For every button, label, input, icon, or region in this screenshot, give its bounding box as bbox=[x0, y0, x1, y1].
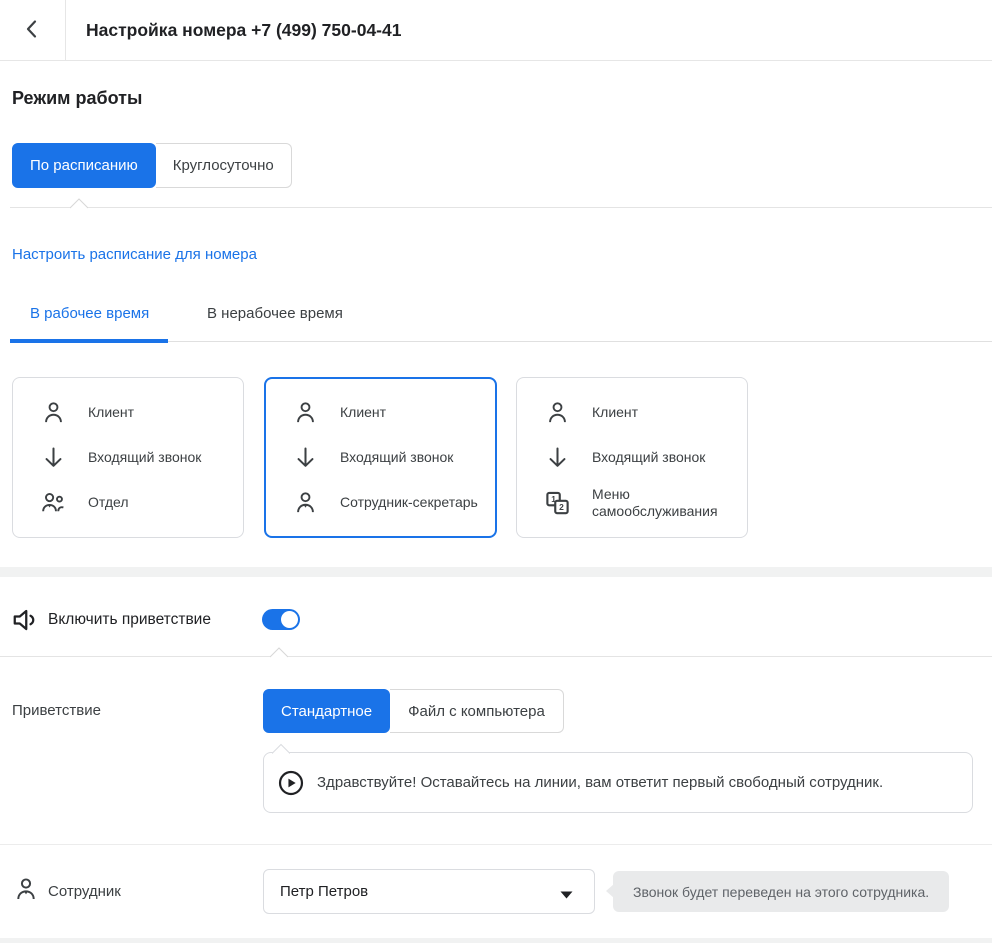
greeting-toggle-label: Включить приветствие bbox=[48, 611, 211, 629]
play-button[interactable] bbox=[277, 769, 305, 797]
menu-1-2-icon: 12 bbox=[544, 489, 571, 516]
card-row-label: Входящий звонок bbox=[340, 449, 453, 466]
header-divider bbox=[65, 0, 66, 60]
card-row: Сотрудник-секретарь bbox=[266, 480, 495, 525]
employee-hint-tooltip: Звонок будет переведен на этого сотрудни… bbox=[613, 871, 949, 912]
caret-down-icon bbox=[559, 887, 574, 905]
arrow-down-icon bbox=[544, 444, 571, 471]
person-icon bbox=[544, 399, 571, 426]
card-row-label: Клиент bbox=[88, 404, 134, 421]
tab-non-working-hours[interactable]: В нерабочее время bbox=[207, 305, 343, 322]
card-row-label: Клиент bbox=[340, 404, 386, 421]
routing-card-department[interactable]: Клиент Входящий звонок Отдел bbox=[12, 377, 244, 538]
work-mode-switch: По расписанию Круглосуточно bbox=[12, 143, 292, 188]
people-group-icon bbox=[40, 489, 67, 516]
greeting-label: Приветствие bbox=[12, 702, 101, 719]
card-row: Входящий звонок bbox=[13, 435, 243, 480]
card-row: Входящий звонок bbox=[266, 435, 495, 480]
work-mode-option-24-7[interactable]: Круглосуточно bbox=[156, 143, 292, 188]
card-row-label: Клиент bbox=[592, 404, 638, 421]
chevron-left-icon bbox=[20, 17, 44, 44]
section-separator bbox=[0, 567, 992, 577]
page-title: Настройка номера +7 (499) 750-04-41 bbox=[86, 0, 401, 60]
employee-selected-value: Петр Петров bbox=[280, 870, 368, 913]
card-row-label: Сотрудник-секретарь bbox=[340, 494, 478, 511]
card-row: Клиент bbox=[517, 390, 747, 435]
card-row-label: Отдел bbox=[88, 494, 129, 511]
greeting-source-switch: Стандартное Файл с компьютера bbox=[263, 689, 564, 733]
arrow-down-icon bbox=[40, 444, 67, 471]
card-row: Клиент bbox=[266, 390, 495, 435]
speaker-icon bbox=[11, 605, 41, 640]
tabs-baseline bbox=[168, 341, 992, 342]
greeting-toggle-switch[interactable] bbox=[262, 609, 300, 630]
arrow-down-icon bbox=[292, 444, 319, 471]
greeting-source-standard[interactable]: Стандартное bbox=[263, 689, 390, 733]
svg-text:2: 2 bbox=[559, 502, 564, 512]
tooltip-arrow-icon bbox=[606, 884, 614, 898]
work-mode-heading: Режим работы bbox=[12, 88, 142, 109]
play-circle-icon bbox=[277, 785, 305, 800]
section-divider-employee bbox=[0, 844, 992, 845]
card-row: 12 Меню самообслуживания bbox=[517, 480, 747, 525]
divider-notch bbox=[70, 198, 88, 209]
tab-working-hours[interactable]: В рабочее время bbox=[30, 305, 149, 322]
section-divider-greeting bbox=[0, 656, 992, 657]
card-row-label: Входящий звонок bbox=[592, 449, 705, 466]
person-icon bbox=[292, 399, 319, 426]
employee-hint-text: Звонок будет переведен на этого сотрудни… bbox=[633, 884, 929, 900]
routing-card-secretary-selected[interactable]: Клиент Входящий звонок Сотрудник-секрета… bbox=[264, 377, 497, 538]
greeting-message: Здравствуйте! Оставайтесь на линии, вам … bbox=[317, 753, 883, 812]
section-divider-work-mode bbox=[10, 207, 992, 208]
header: Настройка номера +7 (499) 750-04-41 bbox=[0, 0, 992, 61]
card-row: Отдел bbox=[13, 480, 243, 525]
person-secretary-icon bbox=[292, 489, 319, 516]
card-row-label: Меню самообслуживания bbox=[592, 486, 742, 520]
configure-schedule-link[interactable]: Настроить расписание для номера bbox=[12, 246, 257, 263]
active-tab-indicator bbox=[10, 339, 168, 343]
person-icon bbox=[40, 399, 67, 426]
routing-card-self-service-menu[interactable]: Клиент Входящий звонок 12 Меню самообслу… bbox=[516, 377, 748, 538]
callout-tail bbox=[272, 743, 290, 755]
employee-select[interactable]: Петр Петров bbox=[263, 869, 595, 914]
card-row: Входящий звонок bbox=[517, 435, 747, 480]
toggle-knob bbox=[281, 611, 298, 628]
greeting-preview-box: Здравствуйте! Оставайтесь на линии, вам … bbox=[263, 752, 973, 813]
card-row-label: Входящий звонок bbox=[88, 449, 201, 466]
bottom-separator bbox=[0, 938, 992, 943]
divider-notch bbox=[270, 647, 288, 658]
back-button[interactable] bbox=[12, 12, 52, 48]
greeting-source-file[interactable]: Файл с компьютера bbox=[390, 689, 564, 733]
work-mode-option-schedule[interactable]: По расписанию bbox=[12, 143, 156, 188]
person-secretary-icon bbox=[12, 875, 40, 908]
card-row: Клиент bbox=[13, 390, 243, 435]
number-settings-page: Настройка номера +7 (499) 750-04-41 Режи… bbox=[0, 0, 992, 943]
employee-label: Сотрудник bbox=[48, 883, 121, 900]
